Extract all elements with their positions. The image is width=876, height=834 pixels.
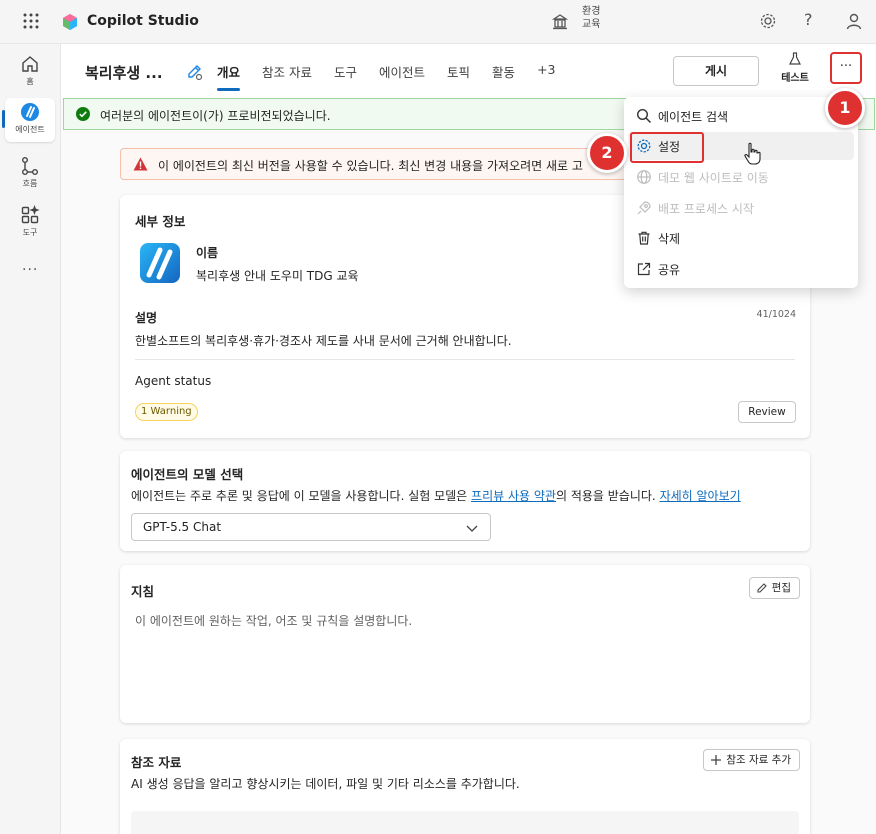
top-bar: Copilot Studio 환경 교육 ? [0, 0, 876, 44]
preview-terms-link[interactable]: 프리뷰 사용 약관 [471, 489, 556, 503]
warning-icon [133, 157, 148, 171]
knowledge-description: AI 생성 응답을 알리고 향상시키는 데이터, 파일 및 기타 리소스를 추가… [131, 777, 520, 791]
more-options-menu: 에이전트 검색 설정 데모 웹 사이트로 이동 배포 프로세스 시작 삭제 공유 [624, 97, 858, 288]
model-description: 에이전트는 주로 추론 및 응답에 이 모델을 사용합니다. 실험 모델은 프리… [131, 489, 741, 503]
home-icon [22, 56, 38, 72]
learn-more-link[interactable]: 자세히 알아보기 [660, 489, 741, 503]
warning-badge: 1 Warning [135, 403, 198, 421]
tab-activity[interactable]: 활동 [492, 62, 515, 91]
rail-more-icon[interactable]: ··· [22, 262, 38, 278]
instructions-placeholder[interactable]: 이 에이전트에 원하는 작업, 어조 및 규칙을 설명합니다. [135, 612, 412, 629]
environment-icon[interactable] [551, 13, 569, 31]
rail-item-home[interactable]: 홈 [5, 50, 55, 94]
rail-item-agents[interactable]: 에이전트 [5, 98, 55, 142]
tab-knowledge[interactable]: 참조 자료 [262, 62, 312, 91]
edit-instructions-button[interactable]: 편집 [748, 577, 800, 599]
name-label: 이름 [196, 246, 219, 260]
agent-name-title: 복리후생 ... [85, 64, 163, 82]
test-button[interactable]: 테스트 [777, 52, 813, 84]
search-icon [636, 108, 652, 124]
knowledge-title: 참조 자료 [131, 755, 182, 770]
share-icon [637, 262, 651, 276]
edit-agent-icon[interactable] [185, 63, 203, 81]
settings-highlight-box [630, 132, 704, 163]
model-selection-card: 에이전트의 모델 선택 에이전트는 주로 추론 및 응답에 이 모델을 사용합니… [120, 451, 810, 551]
instructions-title: 지침 [131, 584, 155, 599]
settings-gear-icon[interactable] [759, 12, 777, 30]
success-check-icon [76, 107, 90, 121]
agent-avatar-icon [140, 243, 180, 283]
tab-tools[interactable]: 도구 [334, 62, 357, 91]
model-dropdown[interactable]: GPT-5.5 Chat [131, 513, 491, 541]
tab-more[interactable]: +3 [537, 62, 555, 91]
instructions-card: 지침 편집 이 에이전트에 원하는 작업, 어조 및 규칙을 설명합니다. [120, 565, 810, 723]
tab-overview[interactable]: 개요 [217, 62, 241, 91]
model-dropdown-value: GPT-5.5 Chat [143, 520, 222, 534]
agent-status-label: Agent status [135, 374, 212, 388]
chevron-down-icon [466, 525, 478, 532]
user-profile-icon[interactable] [845, 12, 863, 30]
agent-header: 복리후생 ... 개요 참조 자료 도구 에이전트 토픽 활동 +3 게시 테스… [61, 44, 876, 98]
rocket-icon [637, 201, 651, 215]
flask-icon [789, 52, 801, 65]
agent-tabs: 개요 참조 자료 도구 에이전트 토픽 활동 +3 [217, 62, 578, 91]
menu-item-demo-website[interactable]: 데모 웹 사이트로 이동 [628, 163, 854, 191]
left-nav-rail: 홈 에이전트 흐름 도구 ··· [0, 44, 60, 834]
app-launcher-icon[interactable] [22, 12, 40, 30]
description-label: 설명 [135, 311, 158, 325]
rail-item-tools[interactable]: 도구 [5, 201, 55, 245]
help-icon[interactable]: ? [804, 10, 813, 29]
review-button[interactable]: Review [738, 401, 796, 423]
plus-icon [711, 755, 722, 765]
description-value[interactable]: 한별소프트의 복리후생·휴가·경조사 제도를 사내 문서에 근거해 안내합니다. [135, 332, 512, 349]
app-title: Copilot Studio [87, 13, 199, 29]
knowledge-drop-area[interactable] [131, 811, 799, 834]
knowledge-card: 참조 자료 참조 자료 추가 AI 생성 응답을 알리고 향상시키는 데이터, … [120, 739, 810, 834]
tools-icon [21, 205, 40, 224]
copilot-studio-logo-icon [63, 14, 77, 30]
globe-icon [637, 170, 651, 184]
description-char-count: 41/1024 [756, 309, 796, 320]
menu-item-search-agent[interactable]: 에이전트 검색 [628, 102, 854, 130]
step-marker-1: 1 [825, 88, 865, 128]
details-title: 세부 정보 [135, 214, 186, 229]
menu-item-start-deployment[interactable]: 배포 프로세스 시작 [628, 194, 854, 222]
success-message: 여러분의 에이전트이(가) 프로비전되었습니다. [100, 109, 331, 123]
flows-icon [22, 157, 38, 175]
rail-item-flows[interactable]: 흐름 [5, 152, 55, 196]
tab-agents[interactable]: 에이전트 [379, 62, 425, 91]
menu-item-delete[interactable]: 삭제 [628, 224, 854, 252]
environment-label[interactable]: 환경 교육 [582, 5, 600, 31]
pencil-icon [757, 583, 767, 593]
step-marker-2: 2 [587, 133, 627, 173]
hand-cursor-icon [744, 142, 761, 165]
divider [135, 359, 795, 360]
add-knowledge-button[interactable]: 참조 자료 추가 [703, 749, 800, 771]
agent-name-value[interactable]: 복리후생 안내 도우미 TDG 교육 [196, 267, 359, 284]
tab-topics[interactable]: 토픽 [447, 62, 470, 91]
warning-message: 이 에이전트의 최신 버전을 사용할 수 있습니다. 최신 변경 내용을 가져오… [158, 159, 583, 173]
model-title: 에이전트의 모델 선택 [131, 467, 244, 482]
more-options-button[interactable]: ··· [830, 52, 862, 84]
menu-item-share[interactable]: 공유 [628, 255, 854, 283]
publish-button[interactable]: 게시 [673, 56, 759, 86]
agents-icon [21, 103, 39, 121]
trash-icon [638, 231, 650, 245]
